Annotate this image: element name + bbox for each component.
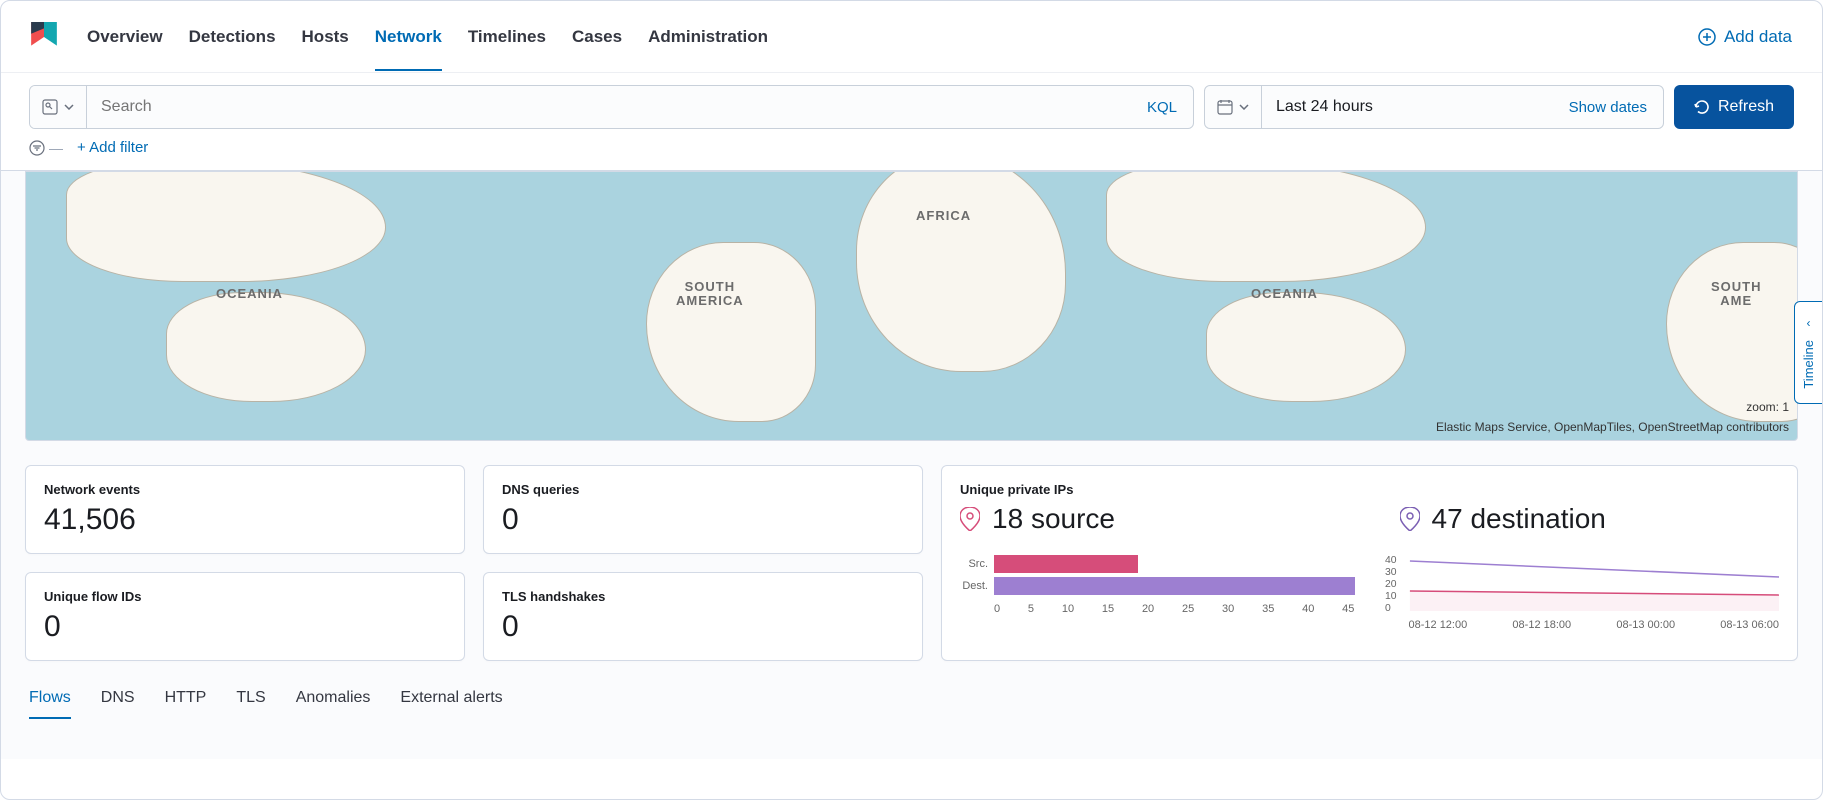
filter-icon xyxy=(29,140,45,156)
unique-ips-head: 18 source 47 destination xyxy=(960,503,1779,535)
add-data-button[interactable]: Add data xyxy=(1698,27,1792,47)
subtab-http[interactable]: HTTP xyxy=(165,689,207,719)
add-data-label: Add data xyxy=(1724,27,1792,47)
timeline-flyout-label: Timeline xyxy=(1801,340,1816,389)
stats-row: Network events 41,506 Unique flow IDs 0 … xyxy=(25,465,1798,661)
query-bar: KQL Last 24 hours Show dates Refresh xyxy=(1,73,1822,137)
tab-network[interactable]: Network xyxy=(375,3,442,71)
line-x-axis: 08-12 12:0008-12 18:0008-13 00:0008-13 0… xyxy=(1409,615,1780,631)
map-label-oceania: OCEANIA xyxy=(216,286,283,301)
tab-cases[interactable]: Cases xyxy=(572,3,622,71)
tab-detections[interactable]: Detections xyxy=(189,3,276,71)
chevron-down-icon xyxy=(1239,104,1249,110)
stat-label: Unique flow IDs xyxy=(44,589,446,604)
svg-text:0: 0 xyxy=(1385,603,1391,614)
kql-button[interactable]: KQL xyxy=(1131,99,1193,116)
map-zoom-label: zoom: 1 xyxy=(1746,400,1789,414)
stat-label: TLS handshakes xyxy=(502,589,904,604)
nav-tabs: Overview Detections Hosts Network Timeli… xyxy=(87,3,1698,71)
show-dates-button[interactable]: Show dates xyxy=(1553,99,1663,116)
top-nav: Overview Detections Hosts Network Timeli… xyxy=(1,1,1822,73)
source-ips-stat: 18 source xyxy=(960,503,1340,535)
date-range-picker: Last 24 hours Show dates xyxy=(1204,85,1664,129)
svg-text:30: 30 xyxy=(1385,567,1397,578)
filter-bar: — + Add filter xyxy=(1,137,1822,170)
unique-ips-charts: Src. Dest. 051015202530354045 xyxy=(960,555,1779,631)
refresh-button[interactable]: Refresh xyxy=(1674,85,1794,129)
bar-x-axis: 051015202530354045 xyxy=(994,599,1355,615)
card-tls-handshakes: TLS handshakes 0 xyxy=(483,572,923,661)
bar-label-src: Src. xyxy=(960,558,994,570)
filter-options-button[interactable]: — xyxy=(29,140,63,156)
date-options-button[interactable] xyxy=(1205,86,1262,128)
calendar-icon xyxy=(1217,99,1233,115)
subtab-external-alerts[interactable]: External alerts xyxy=(400,689,502,719)
subtab-dns[interactable]: DNS xyxy=(101,689,135,719)
search-input[interactable] xyxy=(87,98,1131,116)
stat-value: 0 xyxy=(502,503,904,537)
chevron-down-icon xyxy=(64,104,74,110)
line-chart-ips-over-time: 40 30 20 10 0 08-12 12:0008-12 18:0008- xyxy=(1385,555,1780,631)
stat-value: 41,506 xyxy=(44,503,446,537)
map-label-oceania-2: OCEANIA xyxy=(1251,286,1318,301)
bar-dest xyxy=(994,577,1355,595)
timeline-flyout-button[interactable]: ‹ Timeline xyxy=(1794,301,1823,404)
map-label-south-america: SOUTHAMERICA xyxy=(676,280,744,309)
card-unique-private-ips: Unique private IPs 18 source 47 destinat… xyxy=(941,465,1798,661)
sub-tabs: Flows DNS HTTP TLS Anomalies External al… xyxy=(25,689,1798,719)
tab-overview[interactable]: Overview xyxy=(87,3,163,71)
stat-label: Unique private IPs xyxy=(960,482,1779,497)
subtab-anomalies[interactable]: Anomalies xyxy=(296,689,371,719)
map-pin-icon xyxy=(1400,507,1420,531)
add-filter-button[interactable]: + Add filter xyxy=(77,139,148,156)
bar-src xyxy=(994,555,1138,573)
refresh-label: Refresh xyxy=(1718,98,1774,116)
bar-label-dest: Dest. xyxy=(960,580,994,592)
svg-text:40: 40 xyxy=(1385,555,1397,566)
subtab-flows[interactable]: Flows xyxy=(29,689,71,719)
map-label-south-america-2: SOUTHAME xyxy=(1711,280,1762,309)
stat-value: 0 xyxy=(502,610,904,644)
main-content: OCEANIA SOUTHAMERICA AFRICA OCEANIA SOUT… xyxy=(1,171,1822,759)
map-label-africa: AFRICA xyxy=(916,208,971,223)
destination-count: 47 destination xyxy=(1432,503,1606,535)
card-dns-queries: DNS queries 0 xyxy=(483,465,923,554)
destination-ips-stat: 47 destination xyxy=(1400,503,1780,535)
date-range-text[interactable]: Last 24 hours xyxy=(1262,98,1553,116)
line-destination xyxy=(1409,561,1779,577)
stat-label: Network events xyxy=(44,482,446,497)
svg-text:20: 20 xyxy=(1385,579,1397,590)
tab-hosts[interactable]: Hosts xyxy=(302,3,349,71)
security-logo-icon xyxy=(31,22,57,52)
stat-value: 0 xyxy=(44,610,446,644)
stat-label: DNS queries xyxy=(502,482,904,497)
tab-timelines[interactable]: Timelines xyxy=(468,3,546,71)
plus-circle-icon xyxy=(1698,28,1716,46)
source-count: 18 source xyxy=(992,503,1115,535)
refresh-icon xyxy=(1694,99,1710,115)
search-options-icon xyxy=(42,99,58,115)
search-box: KQL xyxy=(29,85,1194,129)
chevron-left-icon: ‹ xyxy=(1807,316,1811,330)
subtab-tls[interactable]: TLS xyxy=(236,689,265,719)
search-options-button[interactable] xyxy=(30,86,87,128)
map-attribution: Elastic Maps Service, OpenMapTiles, Open… xyxy=(1436,420,1789,434)
card-unique-flow-ids: Unique flow IDs 0 xyxy=(25,572,465,661)
map-panel[interactable]: OCEANIA SOUTHAMERICA AFRICA OCEANIA SOUT… xyxy=(25,171,1798,441)
svg-text:10: 10 xyxy=(1385,591,1397,602)
tab-administration[interactable]: Administration xyxy=(648,3,768,71)
map-labels: OCEANIA SOUTHAMERICA AFRICA OCEANIA SOUT… xyxy=(26,172,1797,440)
map-pin-icon xyxy=(960,507,980,531)
bar-chart-src-dest: Src. Dest. 051015202530354045 xyxy=(960,555,1355,631)
card-network-events: Network events 41,506 xyxy=(25,465,465,554)
